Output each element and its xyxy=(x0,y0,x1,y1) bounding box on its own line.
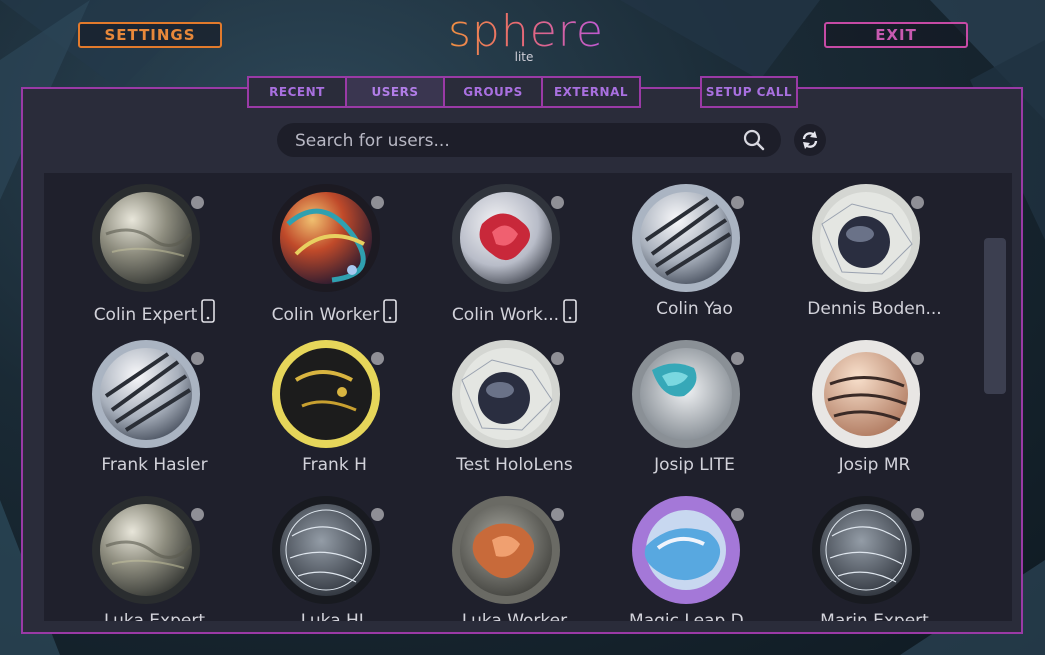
user-name-text: Colin Yao xyxy=(656,299,733,319)
settings-button[interactable]: SETTINGS xyxy=(78,22,222,48)
status-indicator xyxy=(189,506,206,523)
user-avatar[interactable] xyxy=(632,340,740,448)
user-name: Marin Expert xyxy=(772,611,977,621)
user-card[interactable]: Luka Expert xyxy=(52,496,232,621)
user-avatar[interactable] xyxy=(812,496,920,604)
user-avatar[interactable] xyxy=(452,184,560,292)
status-indicator xyxy=(549,194,566,211)
user-name: Colin Work... xyxy=(412,299,617,325)
user-card[interactable]: Josip MR xyxy=(772,340,952,490)
user-name: Colin Expert xyxy=(52,299,257,325)
user-name-text: Colin Worker xyxy=(271,305,380,325)
user-card[interactable]: Test HoloLens xyxy=(412,340,592,490)
user-avatar[interactable] xyxy=(812,340,920,448)
status-indicator xyxy=(369,350,386,367)
status-indicator xyxy=(729,506,746,523)
search-icon[interactable] xyxy=(743,129,765,151)
user-avatar[interactable] xyxy=(272,184,380,292)
tab-external[interactable]: EXTERNAL xyxy=(541,76,641,108)
status-indicator xyxy=(549,350,566,367)
mobile-device-icon xyxy=(201,299,216,323)
tab-groups[interactable]: GROUPS xyxy=(443,76,543,108)
user-name-text: Frank H xyxy=(302,455,367,475)
user-avatar[interactable] xyxy=(452,340,560,448)
user-name-text: Luka HL xyxy=(300,611,369,621)
user-grid: Colin Expert Colin Worker Colin Work... … xyxy=(44,173,1012,621)
user-avatar[interactable] xyxy=(452,496,560,604)
user-name-text: Test HoloLens xyxy=(456,455,573,475)
user-name: Frank Hasler xyxy=(52,455,257,475)
tab-users[interactable]: USERS xyxy=(345,76,445,108)
user-card[interactable]: Luka Worker xyxy=(412,496,592,621)
user-name-text: Magic Leap D... xyxy=(629,611,760,621)
user-name: Josip LITE xyxy=(592,455,797,475)
user-card[interactable]: Josip LITE xyxy=(592,340,772,490)
tab-recent[interactable]: RECENT xyxy=(247,76,347,108)
user-card[interactable]: Frank Hasler xyxy=(52,340,232,490)
status-indicator xyxy=(189,350,206,367)
user-name: Frank H xyxy=(232,455,437,475)
user-name-text: Marin Expert xyxy=(820,611,929,621)
user-name: Josip MR xyxy=(772,455,977,475)
user-name: Colin Worker xyxy=(232,299,437,325)
user-avatar[interactable] xyxy=(92,496,200,604)
user-card[interactable]: Frank H xyxy=(232,340,412,490)
user-card[interactable]: Colin Work... xyxy=(412,184,592,334)
user-name: Magic Leap D... xyxy=(592,611,797,621)
user-name: Luka HL xyxy=(232,611,437,621)
status-indicator xyxy=(729,194,746,211)
user-name: Test HoloLens xyxy=(412,455,617,475)
mobile-device-icon xyxy=(383,299,398,323)
user-card[interactable]: Colin Expert xyxy=(52,184,232,334)
logo-text: sphere xyxy=(448,6,605,57)
mobile-device-icon xyxy=(563,299,577,323)
status-indicator xyxy=(369,506,386,523)
user-name-text: Josip MR xyxy=(838,455,911,475)
search-input[interactable] xyxy=(293,123,737,159)
refresh-icon xyxy=(802,131,818,149)
status-indicator xyxy=(369,194,386,211)
setup-call-button[interactable]: SETUP CALL xyxy=(700,76,798,108)
user-name-text: Luka Worker xyxy=(461,611,568,621)
user-name-text: Dennis Boden... xyxy=(807,299,942,319)
user-name-text: Luka Expert xyxy=(103,611,206,621)
user-name: Luka Expert xyxy=(52,611,257,621)
status-indicator xyxy=(729,350,746,367)
user-name: Colin Yao xyxy=(592,299,797,319)
user-card[interactable]: Marin Expert xyxy=(772,496,952,621)
user-avatar[interactable] xyxy=(632,496,740,604)
status-indicator xyxy=(909,350,926,367)
search-bar xyxy=(277,123,781,159)
user-name-text: Josip LITE xyxy=(654,455,735,475)
user-avatar[interactable] xyxy=(92,184,200,292)
user-name-text: Colin Work... xyxy=(451,305,560,325)
user-card[interactable]: Colin Worker xyxy=(232,184,412,334)
refresh-button[interactable] xyxy=(794,124,826,156)
user-avatar[interactable] xyxy=(272,340,380,448)
status-indicator xyxy=(909,194,926,211)
user-name-text: Colin Expert xyxy=(93,305,198,325)
user-avatar[interactable] xyxy=(632,184,740,292)
user-avatar[interactable] xyxy=(92,340,200,448)
status-indicator xyxy=(909,506,926,523)
user-card[interactable]: Colin Yao xyxy=(592,184,772,334)
user-card[interactable]: Luka HL xyxy=(232,496,412,621)
user-name-text: Frank Hasler xyxy=(101,455,208,475)
user-avatar[interactable] xyxy=(812,184,920,292)
user-avatar[interactable] xyxy=(272,496,380,604)
user-card[interactable]: Dennis Boden... xyxy=(772,184,952,334)
user-name: Luka Worker xyxy=(412,611,617,621)
sphere-logo: sphere lite xyxy=(448,6,605,65)
exit-button[interactable]: EXIT xyxy=(824,22,968,48)
user-card[interactable]: Magic Leap D... xyxy=(592,496,772,621)
status-indicator xyxy=(549,506,566,523)
scrollbar-thumb[interactable] xyxy=(984,238,1006,394)
status-indicator xyxy=(189,194,206,211)
user-name: Dennis Boden... xyxy=(772,299,977,319)
